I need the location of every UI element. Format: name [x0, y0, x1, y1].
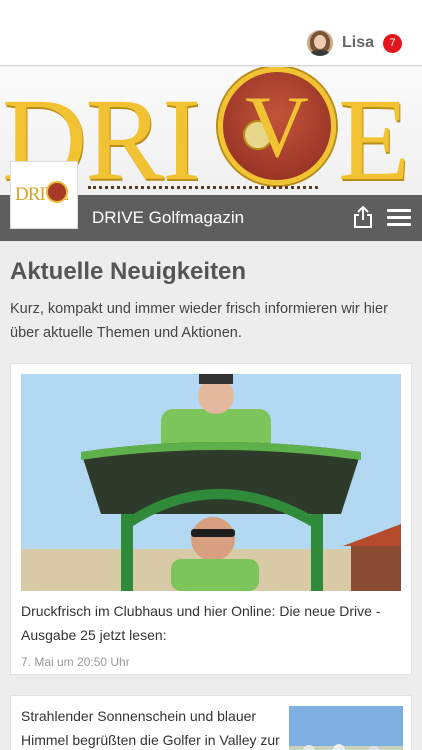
- article-image: [289, 706, 403, 750]
- menu-icon[interactable]: [387, 209, 411, 227]
- brand-emblem: V: [218, 67, 336, 185]
- user-name[interactable]: Lisa: [342, 34, 374, 52]
- banner-subline: [88, 186, 318, 194]
- logo-emblem: [46, 181, 68, 203]
- top-bar: Lisa 7: [0, 0, 422, 66]
- news-card[interactable]: Druckfrisch im Clubhaus und hier Online:…: [10, 363, 412, 675]
- brand-logo-thumbnail: DRIVE: [10, 161, 78, 229]
- news-card[interactable]: Strahlender Sonnenschein und blauer Himm…: [10, 695, 412, 750]
- article-date: 7. Mai um 20:50 Uhr: [21, 655, 130, 669]
- brand-logo-center: V: [245, 79, 309, 176]
- page-title: DRIVE Golfmagazin: [92, 208, 245, 227]
- share-icon[interactable]: [352, 205, 374, 229]
- article-text[interactable]: Druckfrisch im Clubhaus und hier Online:…: [21, 599, 405, 647]
- user-profile[interactable]: Lisa 7: [306, 30, 402, 56]
- brand-logo-right: E: [338, 74, 410, 196]
- section-title: Aktuelle Neuigkeiten: [10, 258, 247, 285]
- avatar[interactable]: [306, 30, 333, 56]
- article-image: [21, 374, 401, 591]
- article-text[interactable]: Strahlender Sonnenschein und blauer Himm…: [21, 704, 283, 750]
- notification-badge[interactable]: 7: [383, 33, 402, 53]
- section-description: Kurz, kompakt und immer wieder frisch in…: [10, 301, 388, 341]
